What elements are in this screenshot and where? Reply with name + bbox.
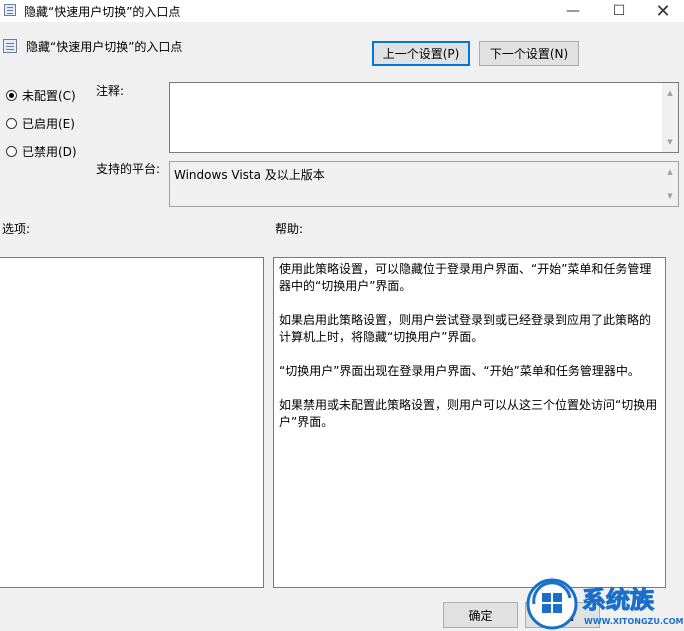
watermark-brand: 系统族 [582,586,655,614]
watermark-url: WWW.XITONGZU.COM [584,617,684,626]
help-scrollbar[interactable] [666,257,684,588]
maximize-button[interactable]: ☐ [596,0,642,22]
minimize-button[interactable]: — [550,0,596,22]
platform-label: 支持的平台: [96,162,161,176]
radio-indicator[interactable] [6,146,17,157]
radio-indicator[interactable] [6,90,17,101]
ok-button[interactable]: 确定 [443,602,518,628]
radio-indicator[interactable] [6,118,17,129]
options-label: 选项: [2,222,31,236]
help-paragraph: “切换用户”界面出现在登录用户界面、“开始”菜单和任务管理器中。 [279,364,640,378]
platform-scrollbar[interactable]: ▲ ▼ [662,162,678,206]
platform-value: Windows Vista 及以上版本 [174,168,325,182]
help-paragraph: 如果启用此策略设置，则用户尝试登录到或已经登录到应用了此策略的计算机上时，将隐藏… [279,313,652,344]
scroll-down-icon[interactable]: ▼ [662,134,678,150]
prev-setting-button[interactable]: 上一个设置(P) [372,41,470,66]
help-paragraph: 如果禁用或未配置此策略设置，则用户可以从这三个位置处访问“切换用户”界面。 [279,398,658,429]
policy-icon [4,4,16,16]
next-setting-button[interactable]: 下一个设置(N) [479,41,579,66]
radio-enabled[interactable]: 已启用(E) [6,115,75,132]
radio-disabled[interactable]: 已禁用(D) [6,143,77,160]
help-label: 帮助: [275,222,304,236]
setting-name: 隐藏“快速用户切换”的入口点 [26,40,183,54]
radio-label: 已禁用(D) [22,145,77,159]
help-paragraph: 使用此策略设置，可以隐藏位于登录用户界面、“开始”菜单和任务管理器中的“切换用户… [279,262,652,293]
close-button[interactable]: ✕ [640,0,684,22]
watermark-logo: 系统族 WWW.XITONGZU.COM [526,578,684,630]
radio-not-configured[interactable]: 未配置(C) [6,87,76,104]
scroll-up-icon[interactable]: ▲ [662,85,678,101]
comment-scrollbar[interactable]: ▲ ▼ [662,83,678,152]
platform-field[interactable]: Windows Vista 及以上版本 ▲ ▼ [169,161,679,207]
comment-label: 注释: [96,84,125,98]
help-pane[interactable]: 使用此策略设置，可以隐藏位于登录用户界面、“开始”菜单和任务管理器中的“切换用户… [273,257,666,588]
options-pane[interactable] [0,257,264,588]
radio-label: 已启用(E) [22,117,75,131]
scroll-up-icon[interactable]: ▲ [662,164,678,180]
setting-icon [3,39,17,53]
radio-label: 未配置(C) [22,89,76,103]
scroll-down-icon[interactable]: ▼ [662,188,678,204]
comment-field[interactable]: ▲ ▼ [169,82,679,153]
window-title: 隐藏“快速用户切换”的入口点 [24,5,181,19]
title-bar: 隐藏“快速用户切换”的入口点 — ☐ ✕ [0,0,684,22]
